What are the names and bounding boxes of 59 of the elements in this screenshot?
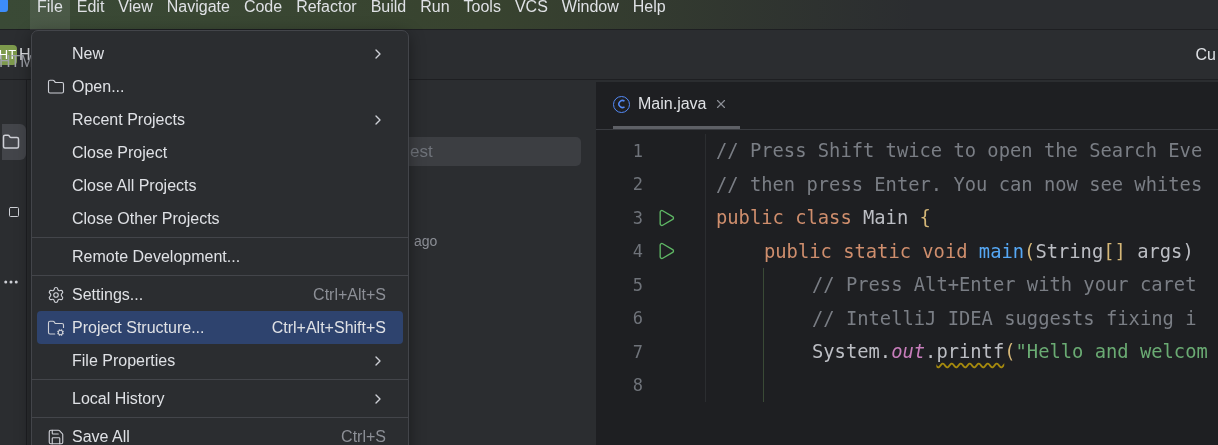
code-token: public class (716, 207, 852, 229)
menu-item[interactable]: Open... (37, 70, 403, 103)
menu-bar-item[interactable]: Refactor (289, 0, 364, 26)
menu-bar-item[interactable]: Edit (69, 0, 112, 26)
code-token: String (1035, 240, 1104, 262)
code-token: public static void (764, 240, 969, 262)
menu-item[interactable]: Settings... Ctrl+Alt+S (37, 278, 403, 311)
code-token: // Press Alt+Enter with your caret (812, 274, 1197, 296)
folder-icon (47, 77, 65, 96)
menu-bar-item[interactable]: Help (625, 0, 673, 26)
menu-item[interactable]: Close All Projects (37, 169, 403, 202)
code-token: [] (1103, 240, 1126, 262)
menu-bar-item[interactable]: View (111, 0, 160, 26)
code-token: . (925, 341, 937, 363)
time-text: ago (414, 233, 439, 249)
menu-item[interactable]: File Properties (37, 344, 403, 377)
menu-bar-item[interactable]: Build (363, 0, 414, 26)
project-icon[interactable] (2, 133, 20, 151)
menu-item[interactable]: Project Structure... Ctrl+Alt+Shift+S (37, 311, 403, 344)
menu-item[interactable]: Save All Ctrl+S (37, 420, 403, 445)
line-number: 7 (631, 341, 643, 362)
menu-bar-item[interactable]: Window (554, 0, 626, 26)
code-token: main (978, 240, 1025, 262)
menu-bar-item[interactable]: File (30, 0, 70, 30)
menu-item[interactable]: Local History (37, 382, 403, 415)
menu-item[interactable]: Remote Development... (37, 240, 403, 273)
code-token: "Hello and welcom (1015, 341, 1208, 363)
line-number: 6 (631, 308, 643, 329)
project-structure-icon (47, 318, 65, 337)
menu-bar-item[interactable]: Code (236, 0, 290, 26)
line-number: 5 (631, 274, 643, 295)
menu-bar-item[interactable]: Tools (456, 0, 508, 26)
menu-item[interactable]: New (37, 37, 403, 70)
code-token: ( (1004, 341, 1016, 363)
line-number: 4 (631, 241, 643, 262)
code-token: out (891, 341, 926, 363)
editor-tab[interactable]: Main.java (613, 82, 741, 129)
code-token: ( (1024, 240, 1036, 262)
toolbar-text[interactable]: Cu (1195, 45, 1216, 64)
settings-icon (47, 285, 65, 304)
menu-bar-item[interactable]: VCS (507, 0, 555, 26)
code-token: printf (936, 341, 1005, 363)
code-token: { (919, 207, 931, 229)
line-number: 3 (631, 207, 643, 228)
code-token: // then press Enter. You can now see whites (716, 173, 1203, 195)
code-token: // IntelliJ IDEA suggests fixing i (812, 307, 1197, 329)
code-token: // Press Shift twice to open the Search Eve (716, 140, 1203, 162)
menu-item[interactable]: Close Other Projects (37, 202, 403, 235)
menu-item[interactable]: Recent Projects (37, 103, 403, 136)
menu-bar-item[interactable]: Run (413, 0, 457, 26)
menu-bar-item[interactable]: Navigate (159, 0, 237, 26)
save-icon (47, 427, 65, 445)
line-number: 2 (631, 174, 643, 195)
square-icon[interactable] (8, 206, 20, 218)
code-token: args) (1136, 240, 1194, 262)
line-number: 1 (631, 140, 643, 161)
line-number: 8 (631, 375, 643, 396)
code-token: Main (862, 207, 910, 229)
code-token: System. (812, 341, 892, 363)
